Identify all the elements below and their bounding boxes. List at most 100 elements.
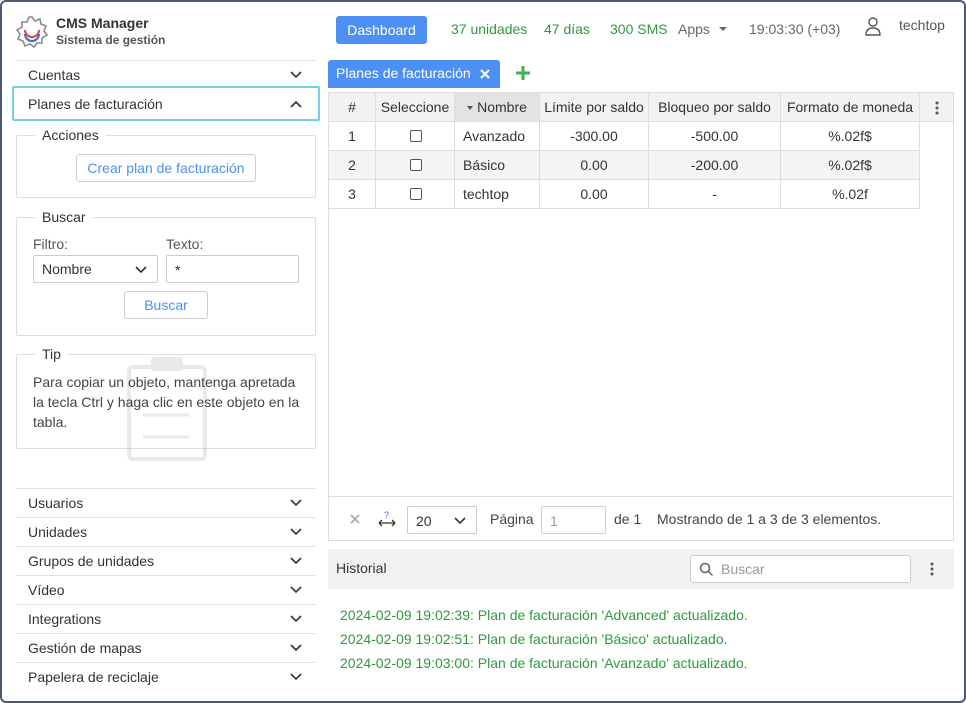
sidebar-item-gestion-mapas[interactable]: Gestión de mapas bbox=[16, 633, 316, 662]
apps-caret-icon[interactable] bbox=[719, 27, 727, 31]
app-subtitle: Sistema de gestión bbox=[56, 33, 166, 47]
column-header-name[interactable]: Nombre bbox=[455, 93, 540, 122]
sidebar-item-label: Planes de facturación bbox=[28, 96, 163, 112]
table-row[interactable]: 3 techtop 0.00 - %.02f bbox=[329, 180, 920, 209]
chevron-down-icon bbox=[290, 644, 302, 652]
column-header-format[interactable]: Formato de moneda bbox=[781, 93, 920, 122]
sidebar-item-unidades[interactable]: Unidades bbox=[16, 517, 316, 546]
table-row[interactable]: 1 Avanzado -300.00 -500.00 %.02f$ bbox=[329, 122, 920, 151]
sidebar-item-label: Vídeo bbox=[28, 582, 65, 598]
column-header-select[interactable]: Seleccione bbox=[376, 93, 455, 122]
pager-summary: Mostrando de 1 a 3 de 3 elementos. bbox=[657, 511, 882, 527]
table-menu-icon[interactable] bbox=[935, 101, 939, 115]
page-number-value: 1 bbox=[550, 513, 558, 529]
fit-columns-icon[interactable]: ? bbox=[378, 510, 396, 528]
add-tab-icon[interactable] bbox=[514, 64, 532, 82]
search-legend: Buscar bbox=[35, 209, 93, 225]
chevron-down-icon bbox=[290, 71, 302, 79]
tab-label: Planes de facturación bbox=[336, 65, 471, 81]
sidebar-item-papelera[interactable]: Papelera de reciclaje bbox=[16, 662, 316, 691]
chevron-down-icon bbox=[290, 615, 302, 623]
history-entry: 2024-02-09 19:03:00: Plan de facturación… bbox=[340, 655, 748, 671]
svg-text:?: ? bbox=[384, 510, 389, 520]
sidebar-item-label: Cuentas bbox=[28, 67, 81, 83]
page-label: Página bbox=[490, 511, 534, 527]
row-checkbox[interactable] bbox=[410, 159, 422, 171]
units-counter: 37 unidades bbox=[451, 21, 528, 37]
clock: 19:03:30 (+03) bbox=[749, 21, 841, 37]
create-plan-button[interactable]: Crear plan de facturación bbox=[76, 154, 256, 182]
cell-name: Avanzado bbox=[455, 122, 540, 150]
search-button[interactable]: Buscar bbox=[124, 291, 208, 319]
dashboard-button[interactable]: Dashboard bbox=[336, 16, 427, 44]
sidebar-item-label: Grupos de unidades bbox=[28, 553, 155, 569]
history-entry: 2024-02-09 19:02:51: Plan de facturación… bbox=[340, 631, 728, 647]
sidebar-item-integrations[interactable]: Integrations bbox=[16, 604, 316, 633]
cell-limit: -300.00 bbox=[540, 122, 649, 150]
column-header-name-label: Nombre bbox=[477, 99, 527, 115]
cell-block: -200.00 bbox=[649, 151, 781, 179]
cell-format: %.02f$ bbox=[781, 122, 920, 150]
sidebar-item-video[interactable]: Vídeo bbox=[16, 575, 316, 604]
page-total: de 1 bbox=[614, 511, 642, 527]
table-pager: ? 20 Página 1 de 1 Mostrando de 1 a 3 de… bbox=[329, 496, 953, 540]
filter-select[interactable]: Nombre bbox=[33, 255, 158, 283]
column-header-num[interactable]: # bbox=[329, 93, 376, 122]
chevron-down-icon bbox=[290, 499, 302, 507]
gear-logo-icon bbox=[15, 16, 49, 49]
sidebar-item-usuarios[interactable]: Usuarios bbox=[16, 488, 316, 517]
cell-limit: 0.00 bbox=[540, 151, 649, 179]
cell-select bbox=[376, 151, 455, 179]
sms-counter: 300 SMS bbox=[610, 21, 668, 37]
cell-name: techtop bbox=[455, 180, 540, 208]
row-checkbox[interactable] bbox=[410, 188, 422, 200]
history-entry: 2024-02-09 19:02:39: Plan de facturación… bbox=[340, 607, 748, 623]
search-panel: Buscar Filtro: Texto: Nombre * Buscar bbox=[16, 209, 316, 336]
chevron-down-icon bbox=[454, 517, 466, 525]
cell-block: - bbox=[649, 180, 781, 208]
tip-panel: Tip Para copiar un objeto, mantenga apre… bbox=[16, 346, 316, 461]
user-name[interactable]: techtop bbox=[899, 17, 945, 33]
row-checkbox[interactable] bbox=[410, 130, 422, 142]
app-title: CMS Manager bbox=[56, 15, 149, 31]
page-number-input[interactable]: 1 bbox=[541, 506, 606, 534]
page-size-select[interactable]: 20 bbox=[407, 506, 477, 534]
chevron-down-icon bbox=[135, 266, 147, 274]
history-search-input[interactable]: Buscar bbox=[690, 555, 911, 583]
column-header-block[interactable]: Bloqueo por saldo bbox=[649, 93, 781, 122]
sidebar-item-label: Unidades bbox=[28, 524, 88, 540]
cell-format: %.02f bbox=[781, 180, 920, 208]
user-icon[interactable] bbox=[864, 16, 882, 36]
search-icon bbox=[699, 562, 714, 577]
cell-name: Básico bbox=[455, 151, 540, 179]
cell-select bbox=[376, 180, 455, 208]
sidebar-item-grupos-unidades[interactable]: Grupos de unidades bbox=[16, 546, 316, 575]
chevron-down-icon bbox=[290, 673, 302, 681]
history-header: Historial Buscar bbox=[328, 549, 954, 589]
search-text-value: * bbox=[175, 262, 181, 278]
actions-legend: Acciones bbox=[35, 127, 106, 143]
cell-block: -500.00 bbox=[649, 122, 781, 150]
sidebar-item-label: Papelera de reciclaje bbox=[28, 669, 159, 685]
column-header-limit[interactable]: Límite por saldo bbox=[540, 93, 649, 122]
billing-plans-table: # Seleccione Nombre Límite por saldo Blo… bbox=[328, 92, 954, 541]
history-menu-icon[interactable] bbox=[930, 562, 934, 576]
sidebar-item-planes-facturacion[interactable]: Planes de facturación bbox=[12, 86, 320, 121]
sidebar-item-cuentas[interactable]: Cuentas bbox=[16, 60, 316, 89]
cell-num: 2 bbox=[329, 151, 376, 179]
tip-text: Para copiar un objeto, mantenga apretada… bbox=[33, 374, 300, 430]
table-row[interactable]: 2 Básico 0.00 -200.00 %.02f$ bbox=[329, 151, 920, 180]
filter-label: Filtro: bbox=[33, 236, 68, 252]
cell-format: %.02f$ bbox=[781, 151, 920, 179]
search-text-input[interactable]: * bbox=[166, 255, 299, 283]
app-window: CMS Manager Sistema de gestión Dashboard… bbox=[0, 0, 966, 703]
close-icon[interactable] bbox=[479, 68, 491, 80]
table-header: # Seleccione Nombre Límite por saldo Blo… bbox=[329, 93, 953, 122]
days-counter: 47 días bbox=[544, 21, 590, 37]
sort-desc-icon bbox=[467, 106, 474, 111]
apps-menu[interactable]: Apps bbox=[678, 21, 710, 37]
history-search-placeholder: Buscar bbox=[721, 561, 765, 577]
clear-filter-icon[interactable] bbox=[350, 514, 360, 524]
tip-legend: Tip bbox=[35, 346, 68, 362]
tab-planes-facturacion[interactable]: Planes de facturación bbox=[328, 60, 500, 88]
